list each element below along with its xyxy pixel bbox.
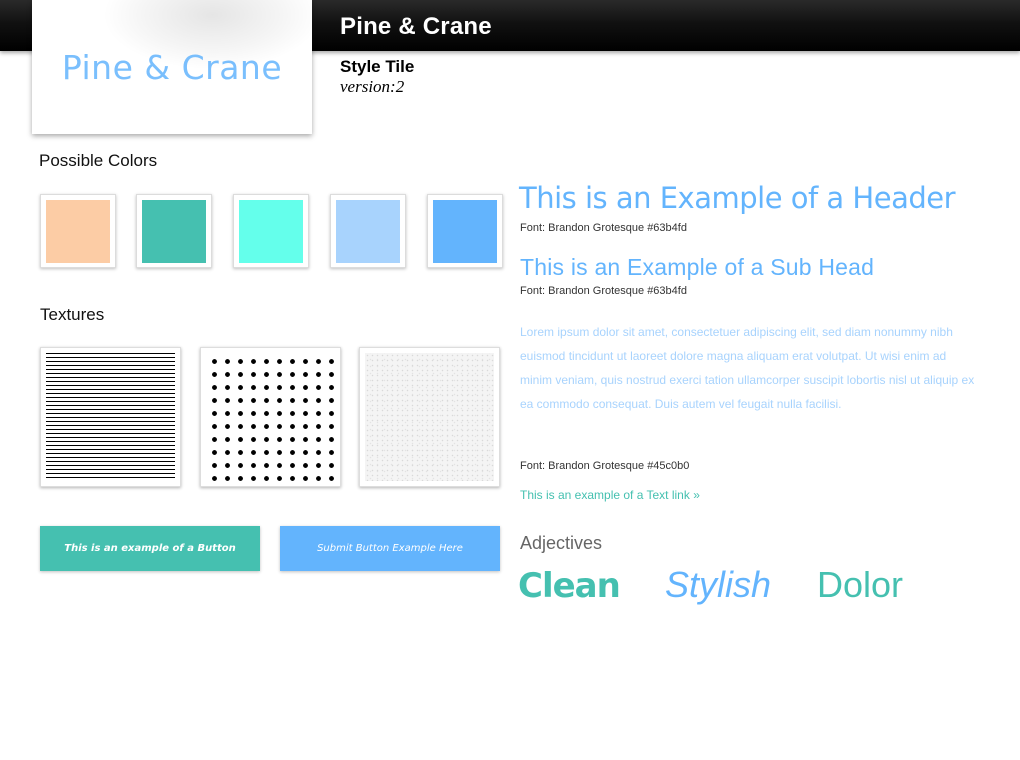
texture-dots	[200, 347, 341, 487]
example-subhead: This is an Example of a Sub Head	[520, 254, 875, 280]
body-font-note: Font: Brandon Grotesque #45c0b0	[520, 460, 690, 472]
texture-noise	[359, 347, 500, 487]
color-swatch-3	[233, 194, 309, 268]
tile-version: version:2	[340, 77, 405, 96]
submit-button[interactable]: Submit Button Example Here	[280, 526, 500, 571]
texture-lines	[40, 347, 181, 487]
logo-card: Pine & Crane	[32, 0, 312, 134]
color-swatch-5	[427, 194, 503, 268]
example-text-link[interactable]: This is an example of a Text link »	[520, 488, 700, 502]
texture-dots-pattern	[206, 353, 335, 481]
adjective-stylish: Stylish	[665, 564, 772, 605]
colors-label: Possible Colors	[39, 151, 158, 170]
texture-lines-pattern	[46, 353, 175, 481]
adjective-dolor: Dolor	[817, 564, 904, 605]
swatch-fill	[142, 200, 206, 263]
example-button[interactable]: This is an example of a Button	[40, 526, 260, 571]
textures-label: Textures	[40, 305, 105, 324]
color-swatch-2	[136, 194, 212, 268]
color-swatch-1	[40, 194, 116, 268]
body-text-sample: Lorem ipsum dolor sit amet, consectetuer…	[520, 325, 975, 411]
swatch-fill	[46, 200, 110, 263]
header-font-note: Font: Brandon Grotesque #63b4fd	[520, 222, 687, 234]
adjectives-label: Adjectives	[520, 533, 603, 553]
brand-title: Pine & Crane	[340, 13, 492, 40]
tile-title: Style Tile	[340, 57, 415, 76]
adjective-clean: Clean	[518, 566, 621, 606]
color-swatch-4	[330, 194, 406, 268]
subhead-font-note: Font: Brandon Grotesque #63b4fd	[520, 285, 687, 297]
swatch-fill	[336, 200, 400, 263]
swatch-fill	[239, 200, 303, 263]
swatch-fill	[433, 200, 497, 263]
logo-wordmark: Pine & Crane	[61, 48, 283, 87]
example-header: This is an Example of a Header	[519, 181, 956, 215]
texture-noise-pattern	[365, 353, 494, 481]
